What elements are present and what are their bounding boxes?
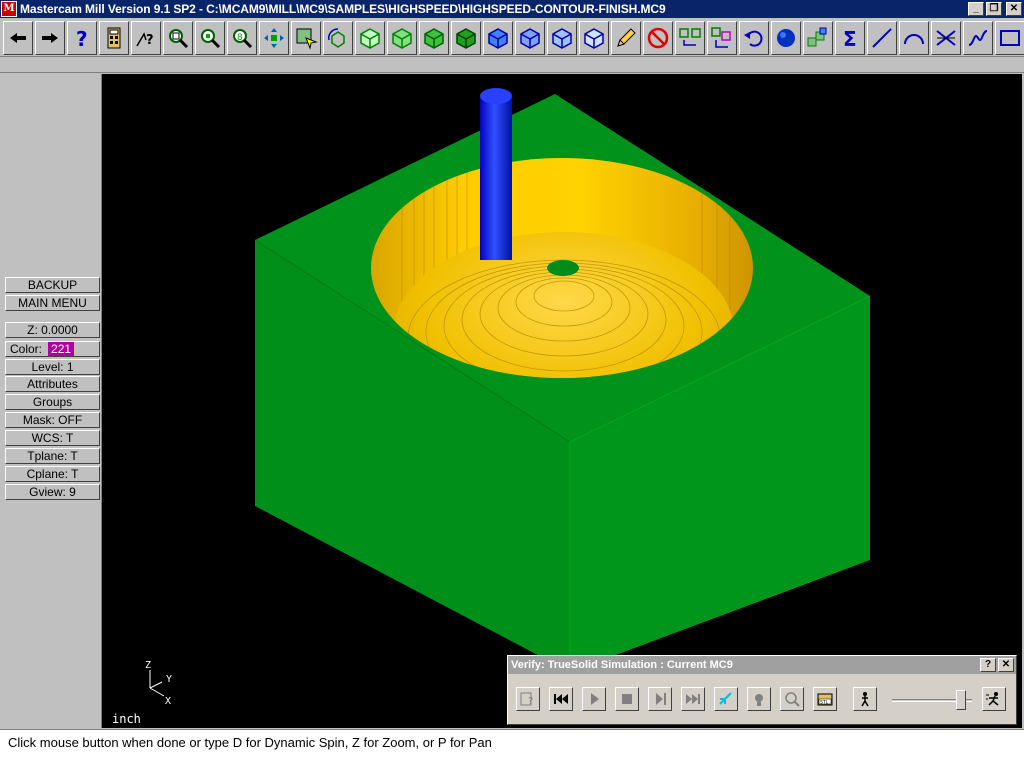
main-menu-button[interactable]: MAIN MENU bbox=[5, 295, 100, 311]
verify-help-button[interactable]: ? bbox=[980, 658, 996, 672]
trim-icon[interactable] bbox=[931, 20, 961, 55]
rewind-icon[interactable] bbox=[549, 687, 573, 711]
view-front-icon[interactable] bbox=[387, 20, 417, 55]
cutting-tool bbox=[480, 88, 512, 260]
zoom-window-icon[interactable] bbox=[163, 20, 193, 55]
main-toolbar: ? ? 8 Σ bbox=[0, 19, 1024, 57]
axis-z-label: Z bbox=[145, 660, 151, 671]
svg-text:?: ? bbox=[146, 33, 154, 48]
light-icon[interactable] bbox=[747, 687, 771, 711]
svg-text:STL: STL bbox=[820, 700, 829, 706]
svg-text:?: ? bbox=[528, 696, 533, 707]
save-stl-icon[interactable]: STL bbox=[813, 687, 837, 711]
no-screen-icon[interactable] bbox=[643, 20, 673, 55]
undo-icon[interactable] bbox=[739, 20, 769, 55]
backup-button[interactable]: BACKUP bbox=[5, 277, 100, 293]
graphics-viewport[interactable]: Z Y X inch bbox=[102, 74, 1022, 728]
svg-text:8: 8 bbox=[237, 33, 243, 43]
verify-title: Verify: TrueSolid Simulation : Current M… bbox=[511, 659, 733, 671]
stop-icon[interactable] bbox=[615, 687, 639, 711]
pan-icon[interactable] bbox=[259, 20, 289, 55]
mastercam-window: M Mastercam Mill Version 9.1 SP2 - C:\MC… bbox=[0, 0, 1024, 768]
close-button[interactable]: ✕ bbox=[1006, 2, 1022, 16]
transform-icon[interactable] bbox=[675, 20, 705, 55]
spline-icon[interactable] bbox=[963, 20, 993, 55]
cplane-button[interactable]: Cplane: T bbox=[5, 466, 100, 482]
prompt-text: Click mouse button when done or type D f… bbox=[8, 735, 492, 750]
groups-button[interactable]: Groups bbox=[5, 394, 100, 410]
z-depth-button[interactable]: Z: 0.0000 bbox=[5, 322, 100, 338]
rotate-icon[interactable] bbox=[323, 20, 353, 55]
options-icon[interactable]: ? bbox=[516, 687, 540, 711]
prompt-area: Click mouse button when done or type D f… bbox=[0, 729, 1024, 768]
mask-button[interactable]: Mask: OFF bbox=[5, 412, 100, 428]
forward-arrow-icon[interactable] bbox=[35, 20, 65, 55]
maximize-button[interactable]: ❐ bbox=[986, 2, 1002, 16]
secondary-toolbar-strip bbox=[0, 58, 1024, 73]
color-swatch: 221 bbox=[48, 342, 75, 356]
view-top-icon[interactable] bbox=[355, 20, 385, 55]
svg-text:Σ: Σ bbox=[843, 27, 857, 50]
units-label: inch bbox=[112, 712, 141, 726]
cube-blue-4-icon[interactable] bbox=[579, 20, 609, 55]
main-menu-panel: BACKUP MAIN MENU Z: 0.0000 Color: 221 Lev… bbox=[0, 74, 102, 728]
speed-fast-icon[interactable] bbox=[982, 687, 1006, 711]
zoom-target-icon[interactable]: 8 bbox=[227, 20, 257, 55]
speed-slow-icon[interactable] bbox=[853, 687, 877, 711]
cube-blue-1-icon[interactable] bbox=[483, 20, 513, 55]
view-iso-icon[interactable] bbox=[451, 20, 481, 55]
window-title: Mastercam Mill Version 9.1 SP2 - C:\MCAM… bbox=[20, 2, 666, 16]
color-label: Color: bbox=[10, 342, 43, 356]
calculator-icon[interactable] bbox=[99, 20, 129, 55]
play-icon[interactable] bbox=[582, 687, 606, 711]
axis-y-label: Y bbox=[166, 674, 172, 685]
level-button[interactable]: Level: 1 bbox=[5, 359, 100, 375]
axis-triad: Z Y X bbox=[145, 660, 172, 704]
zoom-out-icon[interactable] bbox=[195, 20, 225, 55]
multi-cube-icon[interactable] bbox=[803, 20, 833, 55]
line-icon[interactable] bbox=[867, 20, 897, 55]
translate-icon[interactable] bbox=[707, 20, 737, 55]
minimize-button[interactable]: _ bbox=[968, 2, 984, 16]
verify-dialog: Verify: TrueSolid Simulation : Current M… bbox=[507, 655, 1017, 725]
title-bar[interactable]: M Mastercam Mill Version 9.1 SP2 - C:\MC… bbox=[0, 0, 1024, 18]
zoom-tool-icon[interactable] bbox=[780, 687, 804, 711]
sigma-icon[interactable]: Σ bbox=[835, 20, 865, 55]
verify-title-bar[interactable]: Verify: TrueSolid Simulation : Current M… bbox=[508, 656, 1016, 674]
view-side-icon[interactable] bbox=[419, 20, 449, 55]
fast-forward-icon[interactable] bbox=[681, 687, 705, 711]
color-button[interactable]: Color: 221 bbox=[5, 341, 100, 357]
pencil-icon[interactable] bbox=[611, 20, 641, 55]
shaded-sphere-icon[interactable] bbox=[771, 20, 801, 55]
arc-icon[interactable] bbox=[899, 20, 929, 55]
wcs-button[interactable]: WCS: T bbox=[5, 430, 100, 446]
cursor-icon[interactable] bbox=[714, 687, 738, 711]
axis-x-label: X bbox=[165, 696, 171, 704]
back-arrow-icon[interactable] bbox=[3, 20, 33, 55]
cube-blue-2-icon[interactable] bbox=[515, 20, 545, 55]
help-icon[interactable]: ? bbox=[67, 20, 97, 55]
select-icon[interactable] bbox=[291, 20, 321, 55]
gview-button[interactable]: Gview: 9 bbox=[5, 484, 100, 500]
speed-slider[interactable] bbox=[892, 690, 972, 710]
rectangle-icon[interactable] bbox=[995, 20, 1024, 55]
analyze-icon[interactable]: ? bbox=[131, 20, 161, 55]
verify-close-button[interactable]: ✕ bbox=[998, 658, 1014, 672]
step-icon[interactable] bbox=[648, 687, 672, 711]
svg-text:?: ? bbox=[76, 27, 88, 50]
cube-blue-3-icon[interactable] bbox=[547, 20, 577, 55]
attributes-button[interactable]: Attributes bbox=[5, 376, 100, 392]
speed-slider-thumb[interactable] bbox=[956, 690, 966, 710]
mastercam-logo-icon: M bbox=[1, 1, 17, 17]
tplane-button[interactable]: Tplane: T bbox=[5, 448, 100, 464]
